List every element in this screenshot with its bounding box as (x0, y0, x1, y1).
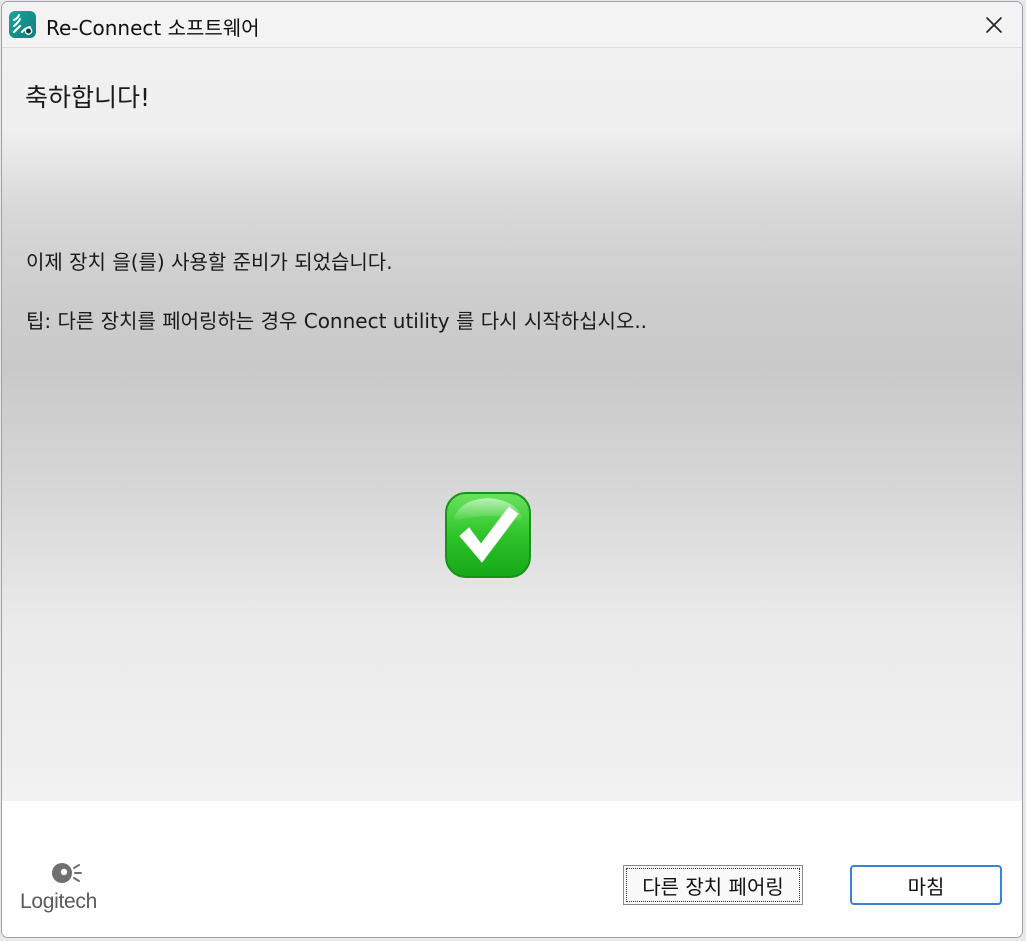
reconnect-app-icon (9, 11, 36, 38)
logo-wordmark: Logitech (20, 890, 97, 913)
green-checkmark-icon (445, 492, 531, 578)
window-title: Re-Connect 소프트웨어 (46, 16, 260, 40)
logitech-logo: Logitech (18, 859, 118, 919)
close-button[interactable] (966, 2, 1022, 47)
reconnect-window: Re-Connect 소프트웨어 축하합니다! 이제 장치 을(를) 사용할 준… (1, 1, 1023, 938)
finish-button[interactable]: 마침 (850, 865, 1002, 905)
close-icon (986, 16, 1002, 33)
footer-bar: Logitech 다른 장치 페어링 마침 (2, 801, 1022, 937)
content-panel: 축하합니다! 이제 장치 을(를) 사용할 준비가 되었습니다. 팁: 다른 장… (2, 48, 1022, 801)
title-bar: Re-Connect 소프트웨어 (2, 2, 1022, 48)
tip-message: 팁: 다른 장치를 페어링하는 경우 Connect utility 를 다시 … (26, 309, 648, 333)
ready-message: 이제 장치 을(를) 사용할 준비가 되었습니다. (26, 250, 393, 274)
page-heading: 축하합니다! (25, 83, 151, 112)
pair-another-device-button[interactable]: 다른 장치 페어링 (623, 865, 803, 905)
logitech-eye-icon (52, 863, 82, 883)
